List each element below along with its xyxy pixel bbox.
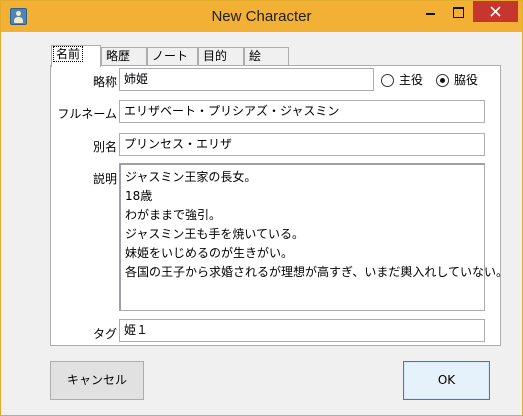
role-side-radio[interactable]: 脇役 <box>436 71 484 89</box>
tab-name-label: 名前 <box>53 46 84 62</box>
tab-picture[interactable]: 絵 <box>244 47 289 66</box>
short-name-field[interactable]: 姉姫 <box>119 68 374 91</box>
full-name-field[interactable]: エリザベート・プリシアズ・ジャスミン <box>119 100 485 123</box>
tag-field[interactable]: 姫１ <box>119 319 485 342</box>
close-button[interactable] <box>473 1 518 22</box>
tab-goals[interactable]: 目的 <box>198 47 244 66</box>
description-line: ジャスミン王も手を焼いている。 <box>125 227 305 241</box>
tab-name[interactable]: 名前 <box>51 45 101 67</box>
tab-picture-label: 絵 <box>249 49 262 63</box>
cancel-button[interactable]: キャンセル <box>50 361 144 400</box>
tab-notes-label: ノート <box>152 49 189 63</box>
radio-selected-dot <box>440 78 445 83</box>
role-main-radio-circle <box>381 74 394 87</box>
description-textarea[interactable]: ジャスミン王家の長女。 18歳 わがままで強引。 ジャスミン王も手を焼いている。… <box>119 163 509 311</box>
tab-notes[interactable]: ノート <box>147 47 198 66</box>
name-tab-panel: 略称 姉姫 主役 脇役 フルネーム エリザベート・プリシアズ・ジャスミン 別名 … <box>50 65 509 346</box>
tab-history-label: 略歴 <box>106 49 131 63</box>
new-character-dialog: New Character 名前 略歴 ノート 目的 絵 略称 姉姫 主役 脇役… <box>0 0 523 416</box>
full-name-label: フルネーム <box>57 107 117 121</box>
alias-field[interactable]: プリンセス・エリザ <box>119 133 485 156</box>
role-side-radio-circle <box>436 74 449 87</box>
ok-button[interactable]: OK <box>403 361 490 400</box>
role-side-label: 脇役 <box>454 73 479 87</box>
short-name-label: 略称 <box>92 75 117 89</box>
tab-goals-label: 目的 <box>203 49 228 63</box>
description-line: ジャスミン王家の長女。 <box>125 170 257 184</box>
minimize-button[interactable] <box>417 1 444 22</box>
tab-history[interactable]: 略歴 <box>101 47 147 66</box>
tag-label: タグ <box>92 327 117 341</box>
alias-label: 別名 <box>92 140 117 154</box>
dialog-content: 名前 略歴 ノート 目的 絵 略称 姉姫 主役 脇役 フルネーム エリザベート・… <box>8 32 515 411</box>
close-icon <box>490 6 501 17</box>
description-line: 各国の王子から求婚されるが理想が高すぎ、いまだ輿入れしていない。 <box>125 265 509 279</box>
maximize-button[interactable] <box>445 1 472 22</box>
title-bar: New Character <box>1 1 522 32</box>
role-main-radio[interactable]: 主役 <box>381 71 425 89</box>
description-line: 妹姫をいじめるのが生きがい。 <box>125 246 294 260</box>
description-line: 18歳 <box>125 189 153 203</box>
description-line: わがままで強引。 <box>125 208 222 222</box>
role-main-label: 主役 <box>399 73 424 87</box>
description-label: 説明 <box>92 172 117 186</box>
